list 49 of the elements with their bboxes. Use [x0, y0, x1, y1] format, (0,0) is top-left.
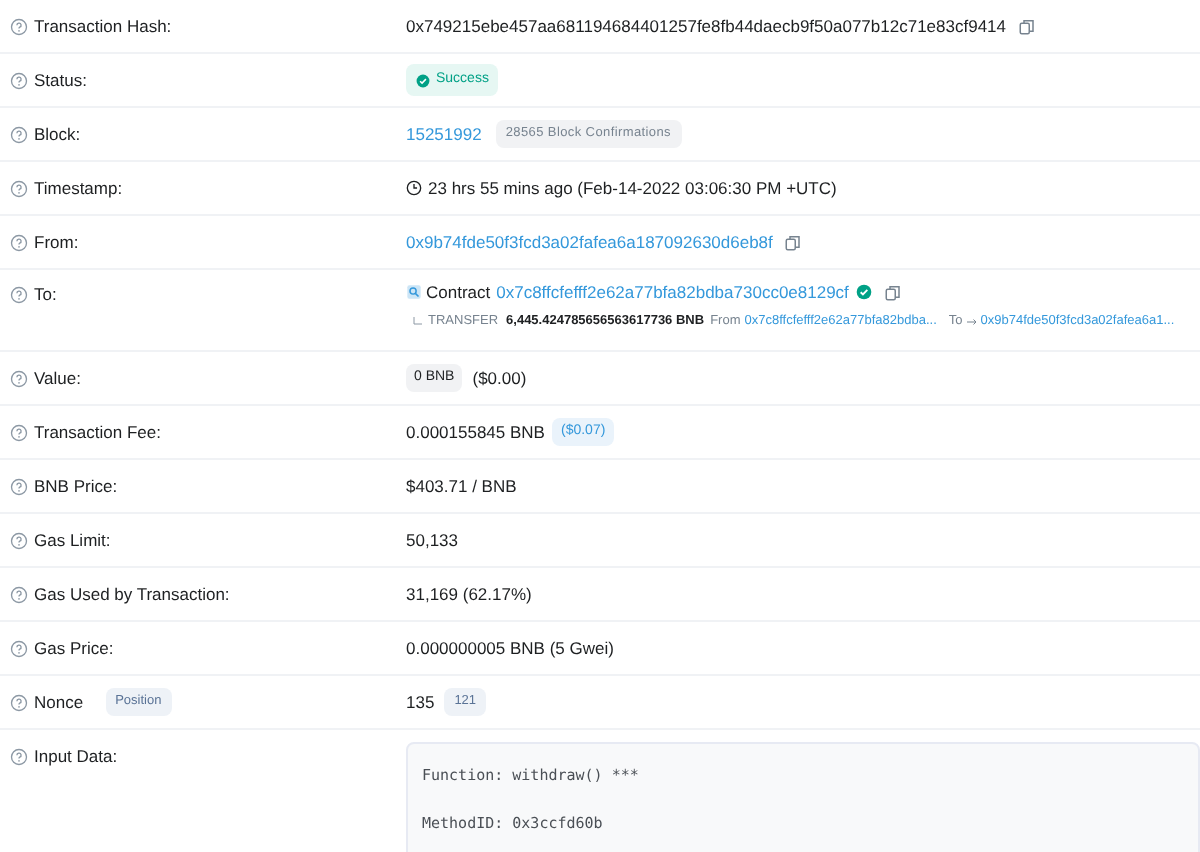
copy-icon[interactable]	[784, 233, 803, 251]
block-link[interactable]: 15251992	[406, 121, 482, 147]
field-label: Gas Limit:	[34, 527, 111, 553]
copy-icon[interactable]	[884, 283, 903, 302]
fee-amount: 0.000155845 BNB	[406, 419, 545, 445]
usd-value: ($0.00)	[472, 365, 527, 391]
help-icon	[10, 179, 28, 197]
help-icon	[10, 585, 28, 603]
field-value: 31,169 (62.17%)	[406, 581, 532, 607]
help-icon	[10, 233, 28, 251]
field-label: To:	[34, 282, 57, 308]
help-icon	[10, 423, 28, 441]
field-label: Gas Price:	[34, 635, 114, 661]
field-value: 0.000000005 BNB (5 Gwei)	[406, 635, 614, 661]
field-label: Timestamp:	[34, 175, 123, 201]
help-icon	[10, 531, 28, 549]
help-icon	[10, 747, 28, 766]
branch-icon	[412, 315, 424, 328]
arrow-icon	[966, 315, 979, 328]
field-label: Value:	[34, 365, 81, 391]
check-icon	[416, 73, 430, 87]
contract-search-icon	[406, 284, 422, 301]
help-icon	[10, 693, 28, 711]
address-link[interactable]: 0x9b74fde50f3fcd3a02fafea6a187092630d6eb8f	[406, 229, 773, 255]
field-label: Transaction Hash:	[34, 13, 172, 39]
field-label: Input Data:	[34, 744, 118, 770]
field-label: BNB Price:	[34, 473, 118, 499]
field-value: $403.71 / BNB	[406, 473, 517, 499]
timestamp-text: 23 hrs 55 mins ago (Feb-14-2022 03:06:30 PM +UTC)	[428, 175, 837, 201]
copy-icon[interactable]	[1018, 17, 1036, 35]
field-label: From:	[34, 229, 79, 255]
field-label: Status:	[34, 67, 87, 93]
help-icon	[10, 285, 28, 304]
field-label: Nonce	[34, 689, 84, 715]
help-icon	[10, 17, 28, 35]
contract-label: Contract	[426, 280, 491, 306]
help-icon	[10, 639, 28, 657]
help-icon	[10, 369, 28, 387]
field-value: 50,133	[406, 527, 458, 553]
field-label: Block:	[34, 121, 81, 147]
contract-address-link[interactable]: 0x7c8ffcfefff2e62a77bfa82bdba730cc0e8129cf	[496, 280, 849, 306]
help-icon	[10, 477, 28, 495]
help-icon	[10, 71, 28, 89]
clock-icon	[406, 180, 422, 196]
field-label: Gas Used by Transaction:	[34, 581, 230, 607]
help-icon	[10, 125, 28, 143]
field-label: Transaction Fee:	[34, 419, 161, 445]
transaction-hash: 0x749215ebe457aa681194684401257fe8fb44daecb9f50a077b12c71e83cf9414	[406, 13, 1006, 39]
nonce-value: 135	[406, 689, 435, 715]
